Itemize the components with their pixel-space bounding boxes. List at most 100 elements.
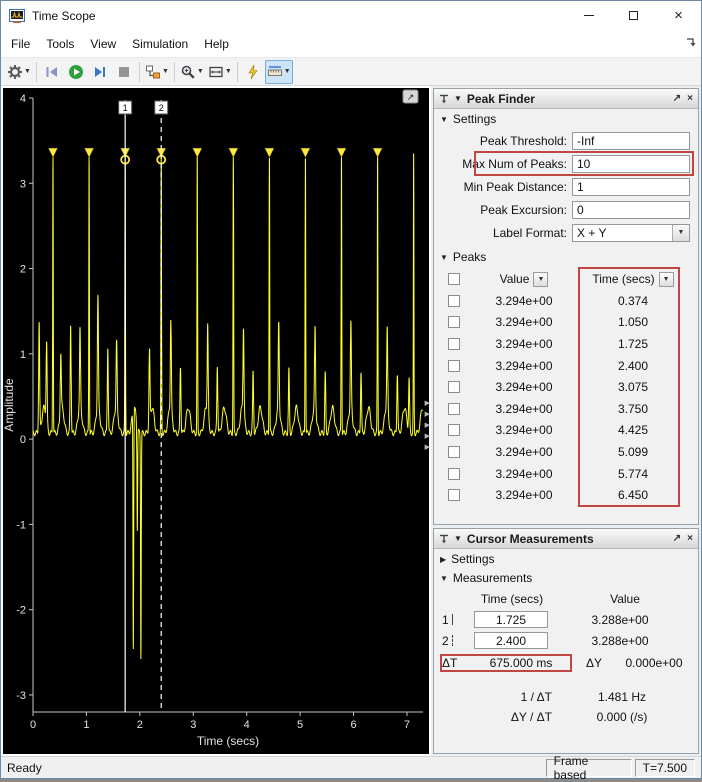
- expand-arrow-icon: ▶: [425, 398, 430, 409]
- peak-marker-icon: [337, 148, 346, 157]
- highlight-block-button[interactable]: ▼: [143, 60, 171, 84]
- titlebar: Time Scope ×: [1, 1, 701, 31]
- peak-time-cell: 6.450: [580, 488, 686, 502]
- peak-excursion-field[interactable]: 0: [572, 201, 690, 219]
- cm-settings-section[interactable]: ▶ Settings: [434, 549, 698, 568]
- sim-time-indicator: T=7.500: [635, 759, 695, 777]
- minimize-icon: [584, 15, 594, 16]
- peak-row-checkbox[interactable]: [448, 295, 460, 307]
- y-tick-label: 4: [20, 93, 26, 105]
- dock-pin-icon[interactable]: [439, 534, 449, 544]
- maximize-icon: [629, 11, 638, 20]
- peak-time-cell: 4.425: [580, 423, 686, 437]
- select-all-checkbox[interactable]: [448, 273, 460, 285]
- close-panel-icon[interactable]: ×: [687, 534, 693, 544]
- zoom-button[interactable]: ▼: [178, 60, 206, 84]
- minimize-button[interactable]: [566, 1, 611, 30]
- pf-peaks-label: Peaks: [453, 250, 486, 264]
- step-back-button[interactable]: [40, 60, 64, 84]
- dashed-line-style-icon: [452, 635, 453, 646]
- peak-table-row: 3.294e+005.774: [440, 463, 692, 485]
- run-button[interactable]: [64, 60, 88, 84]
- peak-row-checkbox[interactable]: [448, 446, 460, 458]
- cm-measurements-section[interactable]: ▼ Measurements: [434, 568, 698, 587]
- menu-help[interactable]: Help: [196, 33, 237, 55]
- peak-finder-header: ▼ Peak Finder ↗ ×: [434, 89, 698, 109]
- peak-value-cell: 3.294e+00: [468, 402, 580, 416]
- menu-file[interactable]: File: [3, 33, 38, 55]
- step-forward-button[interactable]: [88, 60, 112, 84]
- peak-threshold-field[interactable]: -Inf: [572, 132, 690, 150]
- value-sort-button[interactable]: ▼: [533, 272, 548, 287]
- stop-button[interactable]: [112, 60, 136, 84]
- time-sort-button[interactable]: ▼: [659, 272, 674, 287]
- y-tick-label: 2: [20, 264, 26, 276]
- peak-row-checkbox[interactable]: [448, 468, 460, 480]
- cm-measurements-table: Time (secs) Value 1 1.725 3.288e+00 2: [434, 587, 698, 727]
- x-tick-label: 3: [190, 719, 196, 731]
- cursor-1-row: 1 1.725 3.288e+00: [440, 609, 692, 630]
- max-num-peaks-field[interactable]: 10: [572, 155, 690, 173]
- collapse-panel-icon[interactable]: ▼: [454, 534, 462, 543]
- label-format-dropdown[interactable]: X + Y ▼: [572, 224, 690, 242]
- cursor-1-time-field[interactable]: 1.725: [474, 611, 548, 628]
- expand-arrow-icon: ▶: [425, 431, 430, 442]
- peak-row-checkbox[interactable]: [448, 489, 460, 501]
- peak-row-checkbox[interactable]: [448, 381, 460, 393]
- measurements-button[interactable]: ▼: [265, 60, 293, 84]
- peak-value-cell: 3.294e+00: [468, 294, 580, 308]
- menu-view[interactable]: View: [82, 33, 124, 55]
- collapse-panel-icon[interactable]: ▼: [454, 94, 462, 103]
- cursor-label-2: 2: [159, 103, 164, 113]
- chevron-down-icon[interactable]: ▼: [672, 225, 689, 241]
- app-icon: [9, 8, 25, 24]
- axes-dock-arrow-icon: ↗: [407, 92, 415, 102]
- y-tick-label: -3: [16, 690, 26, 702]
- maximize-button[interactable]: [611, 1, 656, 30]
- toolbar-separator: [174, 62, 175, 82]
- close-panel-icon[interactable]: ×: [687, 94, 693, 104]
- one-over-dt-label: 1 / ΔT: [440, 690, 552, 704]
- peak-marker-icon: [265, 148, 274, 157]
- peak-row-checkbox[interactable]: [448, 403, 460, 415]
- undock-panel-icon[interactable]: ↗: [673, 534, 681, 544]
- x-tick-label: 5: [297, 719, 303, 731]
- peak-value-cell: 3.294e+00: [468, 467, 580, 481]
- menu-tools[interactable]: Tools: [38, 33, 82, 55]
- pf-peaks-section[interactable]: ▼ Peaks: [434, 247, 698, 266]
- y-tick-label: -2: [16, 605, 26, 617]
- peak-marker-icon: [229, 148, 238, 157]
- one-over-dt-value: 1.481 Hz: [552, 690, 692, 704]
- peak-row-checkbox[interactable]: [448, 316, 460, 328]
- fit-view-button[interactable]: ▼: [206, 60, 234, 84]
- close-icon: ×: [674, 11, 683, 21]
- peak-marker-icon: [48, 148, 57, 157]
- peak-row-checkbox[interactable]: [448, 338, 460, 350]
- dy-over-dt-value: 0.000 (/s): [552, 710, 692, 724]
- close-button[interactable]: ×: [656, 1, 701, 30]
- cursor-2-time-field[interactable]: 2.400: [474, 632, 548, 649]
- peak-table-row: 3.294e+003.075: [440, 376, 692, 398]
- peak-row-checkbox[interactable]: [448, 360, 460, 372]
- frame-mode-indicator: Frame based: [546, 759, 632, 777]
- menu-simulation[interactable]: Simulation: [124, 33, 196, 55]
- panel-splitter-arrows[interactable]: ▶ ▶ ▶ ▶ ▶: [425, 398, 430, 453]
- min-peak-distance-field[interactable]: 1: [572, 178, 690, 196]
- configuration-button[interactable]: ▼: [5, 60, 33, 84]
- peak-time-cell: 5.774: [580, 467, 686, 481]
- dock-pin-icon[interactable]: [439, 94, 449, 104]
- y-tick-label: 3: [20, 178, 26, 190]
- label-format-label: Label Format:: [438, 226, 572, 240]
- toolbar-separator: [36, 62, 37, 82]
- peak-time-cell: 2.400: [580, 359, 686, 373]
- run-icon: [68, 64, 84, 80]
- trigger-button[interactable]: [241, 60, 265, 84]
- pf-settings-section[interactable]: ▼ Settings: [434, 109, 698, 128]
- y-tick-label: 0: [20, 434, 26, 446]
- menubar-collapse-icon[interactable]: [685, 36, 696, 47]
- section-collapse-icon: ▼: [440, 115, 448, 124]
- peak-row-checkbox[interactable]: [448, 424, 460, 436]
- peak-value-cell: 3.294e+00: [468, 337, 580, 351]
- section-collapse-icon: ▶: [440, 555, 446, 564]
- undock-panel-icon[interactable]: ↗: [673, 94, 681, 104]
